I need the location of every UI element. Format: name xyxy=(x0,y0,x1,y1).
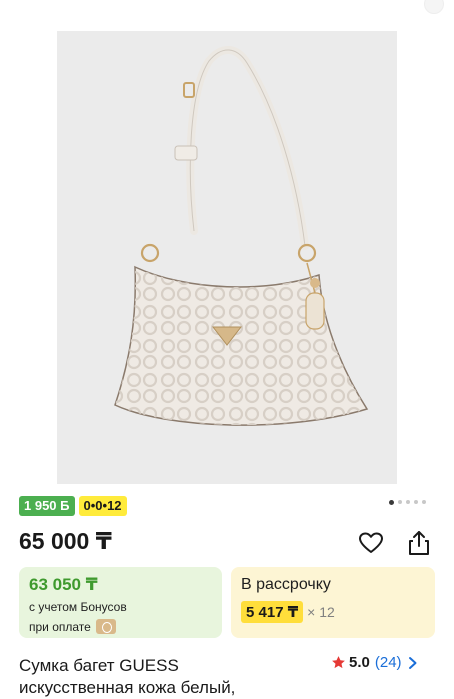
payment-note: при оплате xyxy=(29,619,116,634)
kaspi-pay-icon xyxy=(95,619,116,634)
product-page: 1 950 Б 0•0•12 65 000 ₸ 63 050 ₸ с учето… xyxy=(0,0,454,699)
carousel-dot[interactable] xyxy=(398,500,402,504)
heart-icon[interactable] xyxy=(357,529,385,557)
product-title-line-2: искусственная кожа белый, xyxy=(19,678,236,697)
product-image[interactable] xyxy=(57,31,397,484)
carousel-dot[interactable] xyxy=(422,500,426,504)
carousel-dot[interactable] xyxy=(406,500,410,504)
bonus-note: с учетом Бонусов xyxy=(29,600,127,614)
handbag-image xyxy=(114,46,369,426)
installment-title: В рассрочку xyxy=(241,576,331,593)
bonus-price: 63 050 ₸ xyxy=(29,575,98,594)
product-rating[interactable]: 5.0 (24) xyxy=(331,654,418,671)
installment-card[interactable]: В рассрочку 5 417 ₸ × 12 xyxy=(231,567,435,638)
installment-months: × 12 xyxy=(307,604,335,620)
star-icon xyxy=(332,656,345,669)
carousel-dot-active[interactable] xyxy=(389,499,394,505)
previous-card-edge xyxy=(0,0,454,14)
rating-value: 5.0 xyxy=(349,654,370,671)
price-badges: 1 950 Б 0•0•12 xyxy=(19,496,127,516)
installment-row: 5 417 ₸ × 12 xyxy=(241,601,335,623)
chevron-right-icon[interactable] xyxy=(408,656,418,670)
product-title-line-1: Сумка багет GUESS xyxy=(19,656,179,675)
reviews-link[interactable]: (24) xyxy=(375,654,402,671)
top-action-icon[interactable] xyxy=(424,0,444,14)
bonus-price-card[interactable]: 63 050 ₸ с учетом Бонусов при оплате xyxy=(19,567,222,638)
carousel-dot[interactable] xyxy=(414,500,418,504)
product-price: 65 000 ₸ xyxy=(19,528,112,554)
bonus-badge: 1 950 Б xyxy=(19,496,75,516)
share-icon[interactable] xyxy=(405,529,433,557)
installment-amount: 5 417 ₸ xyxy=(241,601,304,623)
payment-note-text: при оплате xyxy=(29,619,91,634)
product-title[interactable]: Сумка багет GUESS искусственная кожа бел… xyxy=(19,655,319,699)
image-carousel-dots xyxy=(389,499,426,505)
installment-badge: 0•0•12 xyxy=(78,496,127,516)
